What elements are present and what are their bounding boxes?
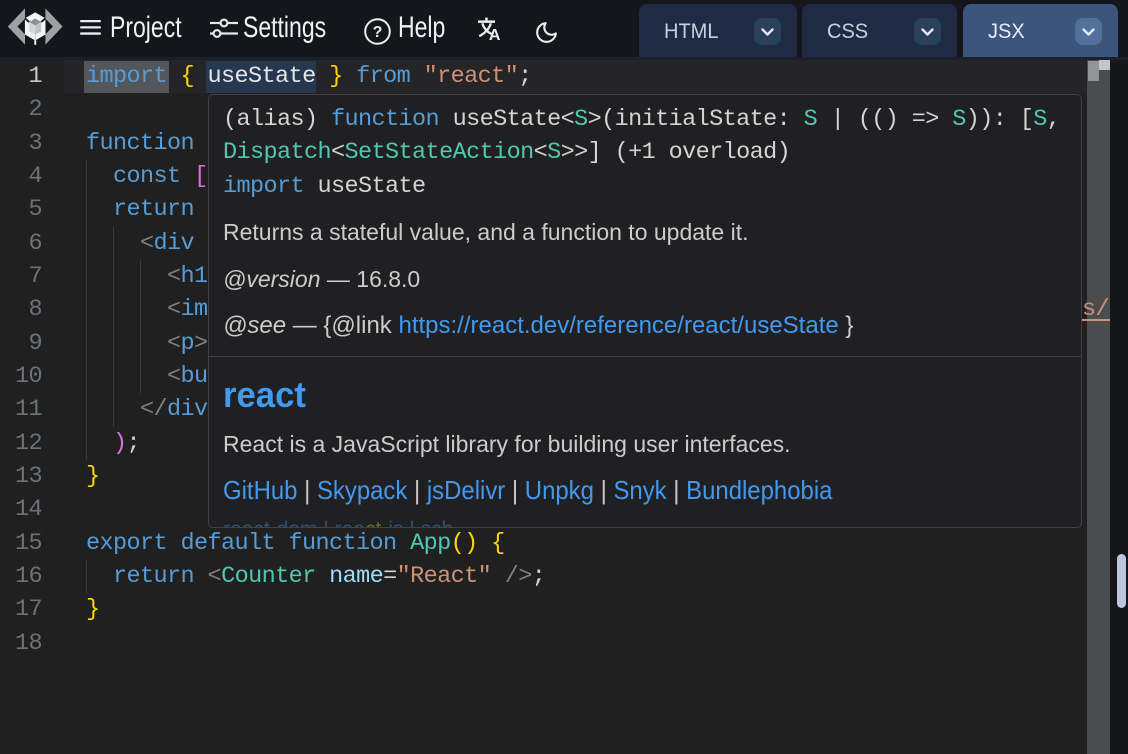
- svg-text:A: A: [489, 27, 501, 42]
- svg-text:?: ?: [373, 24, 383, 41]
